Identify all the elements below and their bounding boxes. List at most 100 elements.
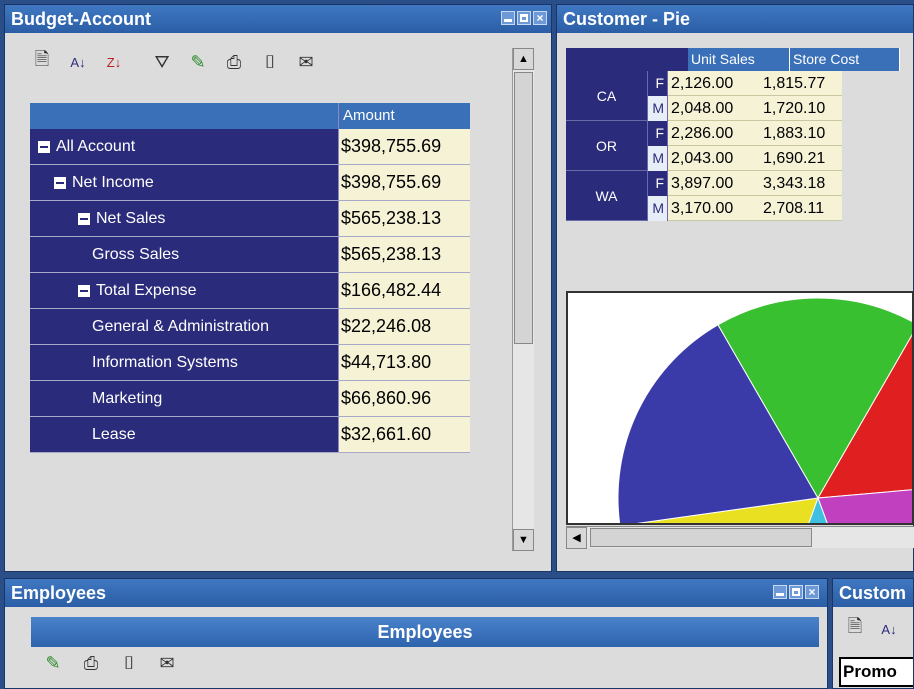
budget-account-titlebar[interactable]: Budget-Account ×: [5, 5, 551, 33]
unit-sales-cell: 3,897.00: [668, 171, 760, 196]
table-row[interactable]: Gross Sales $565,238.13: [30, 237, 470, 273]
employees-header: Employees: [31, 617, 819, 647]
store-cost-cell: 1,883.10: [760, 121, 842, 146]
employees-panel: Employees × Employees ✎ ⎙ ⌷ ✉: [4, 578, 828, 689]
properties-icon[interactable]: 🗎: [843, 616, 867, 641]
sort-ascending-icon[interactable]: A↓: [66, 50, 90, 74]
row-label[interactable]: Net Income: [30, 165, 339, 200]
customer-secondary-panel: Custom 🗎 A↓ Promo: [832, 578, 914, 689]
table-row[interactable]: Total Expense $166,482.44: [30, 273, 470, 309]
budget-toolbar: 🗎 A↓ Z↓ ⛛ ✎ ⎙ ⌷ ✉: [30, 49, 318, 74]
sort-ascending-icon[interactable]: A↓: [877, 617, 901, 641]
pie-horizontal-scrollbar[interactable]: ◀: [566, 526, 914, 549]
unit-sales-cell: 2,043.00: [668, 146, 760, 171]
row-amount: $398,755.69: [339, 165, 470, 200]
gender-label[interactable]: M: [648, 96, 668, 121]
maximize-button[interactable]: [789, 585, 803, 599]
row-label-text: Lease: [92, 426, 136, 443]
budget-vertical-scrollbar[interactable]: ▲ ▼: [512, 48, 534, 551]
row-label[interactable]: General & Administration: [30, 309, 339, 344]
row-label[interactable]: Total Expense: [30, 273, 339, 308]
promo-label: Promo: [843, 662, 897, 681]
snapshot-camera-icon[interactable]: ⌷: [117, 651, 141, 675]
email-icon[interactable]: ✉: [294, 50, 318, 74]
table-row[interactable]: Net Income $398,755.69: [30, 165, 470, 201]
row-amount: $398,755.69: [339, 129, 470, 164]
table-row[interactable]: All Account $398,755.69: [30, 129, 470, 165]
customer-secondary-title: Custom: [839, 583, 906, 603]
row-label[interactable]: Information Systems: [30, 345, 339, 380]
state-label[interactable]: CA: [566, 71, 648, 121]
table-row: F 2,286.00 1,883.10: [648, 121, 842, 146]
collapse-toggle-icon[interactable]: [78, 212, 90, 225]
collapse-toggle-icon[interactable]: [38, 140, 50, 153]
pie-chart: [617, 297, 912, 523]
store-cost-cell: 1,690.21: [760, 146, 842, 171]
state-label[interactable]: WA: [566, 171, 648, 221]
table-row[interactable]: Lease $32,661.60: [30, 417, 470, 453]
employees-toolbar: ✎ ⎙ ⌷ ✉: [41, 651, 179, 675]
row-label[interactable]: All Account: [30, 129, 339, 164]
table-row[interactable]: Marketing $66,860.96: [30, 381, 470, 417]
gender-label[interactable]: F: [648, 171, 668, 196]
gender-label[interactable]: F: [648, 71, 668, 96]
row-label[interactable]: Net Sales: [30, 201, 339, 236]
state-group: OR F 2,286.00 1,883.10 M 2,043.00 1,690.21: [566, 121, 914, 171]
row-label[interactable]: Gross Sales: [30, 237, 339, 272]
row-amount: $66,860.96: [339, 381, 470, 416]
properties-icon[interactable]: 🗎: [30, 49, 54, 74]
unit-sales-cell: 3,170.00: [668, 196, 760, 221]
top-ten-filter-icon[interactable]: ⛛: [150, 50, 174, 74]
gender-label[interactable]: M: [648, 146, 668, 171]
table-row: M 2,048.00 1,720.10: [648, 96, 842, 121]
table-row: M 3,170.00 2,708.11: [648, 196, 842, 221]
scroll-thumb[interactable]: [514, 72, 533, 344]
print-icon[interactable]: ⎙: [222, 50, 246, 74]
employees-titlebar[interactable]: Employees ×: [5, 579, 827, 607]
close-button[interactable]: ×: [533, 11, 547, 25]
minimize-button[interactable]: [773, 585, 787, 599]
close-button[interactable]: ×: [805, 585, 819, 599]
table-row: F 3,897.00 3,343.18: [648, 171, 842, 196]
scroll-left-button[interactable]: ◀: [566, 527, 587, 549]
gender-label[interactable]: M: [648, 196, 668, 221]
store-cost-cell: 2,708.11: [760, 196, 842, 221]
collapse-toggle-icon[interactable]: [78, 284, 90, 297]
pie-scroll-thumb[interactable]: [590, 528, 812, 547]
row-amount: $22,246.08: [339, 309, 470, 344]
table-row[interactable]: General & Administration $22,246.08: [30, 309, 470, 345]
employees-title: Employees: [11, 583, 107, 603]
customer-secondary-titlebar[interactable]: Custom: [833, 579, 913, 607]
table-row: M 2,043.00 1,690.21: [648, 146, 842, 171]
scroll-down-button[interactable]: ▼: [513, 529, 534, 551]
print-icon[interactable]: ⎙: [79, 651, 103, 675]
row-label-text: Marketing: [92, 390, 163, 407]
row-label[interactable]: Lease: [30, 417, 339, 452]
employees-header-label: Employees: [377, 622, 473, 642]
sort-descending-icon[interactable]: Z↓: [102, 50, 126, 74]
state-label[interactable]: OR: [566, 121, 648, 171]
store-cost-cell: 1,815.77: [760, 71, 842, 96]
snapshot-camera-icon[interactable]: ⌷: [258, 50, 282, 74]
gender-label[interactable]: F: [648, 121, 668, 146]
export-excel-icon[interactable]: ✎: [41, 651, 65, 675]
row-label-text: All Account: [56, 138, 136, 155]
grid-header-amount: Amount: [339, 103, 470, 129]
maximize-button[interactable]: [517, 11, 531, 25]
unit-sales-cell: 2,286.00: [668, 121, 760, 146]
collapse-toggle-icon[interactable]: [54, 176, 66, 189]
budget-account-title: Budget-Account: [11, 9, 151, 29]
row-label-text: Total Expense: [96, 282, 197, 299]
export-excel-icon[interactable]: ✎: [186, 50, 210, 74]
col-unit-sales: Unit Sales: [688, 48, 790, 71]
scroll-up-button[interactable]: ▲: [513, 48, 534, 70]
customer-pie-titlebar[interactable]: Customer - Pie: [557, 5, 913, 33]
col-store-cost: Store Cost: [790, 48, 900, 71]
minimize-button[interactable]: [501, 11, 515, 25]
row-label[interactable]: Marketing: [30, 381, 339, 416]
table-row[interactable]: Net Sales $565,238.13: [30, 201, 470, 237]
email-icon[interactable]: ✉: [155, 651, 179, 675]
customer-pie-title: Customer - Pie: [563, 9, 691, 29]
row-amount: $166,482.44: [339, 273, 470, 308]
table-row[interactable]: Information Systems $44,713.80: [30, 345, 470, 381]
